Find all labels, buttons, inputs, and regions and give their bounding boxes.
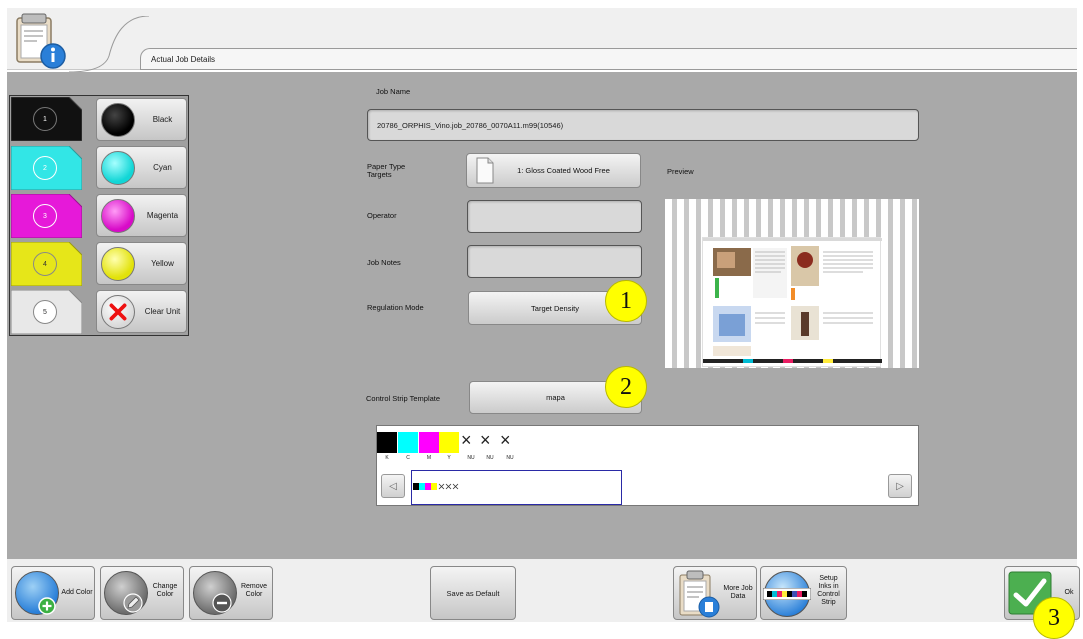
control-strip-value: mapa: [546, 393, 565, 402]
job-name-field[interactable]: 20786_ORPHIS_Vino.job_20786_0070A11.m99(…: [367, 109, 919, 141]
ok-label: Ok: [1064, 589, 1074, 596]
remove-color-label: Remove Color: [240, 583, 268, 598]
unit-tab-4[interactable]: [11, 242, 82, 286]
minus-icon: [212, 593, 232, 613]
color-name: Cyan: [153, 163, 172, 172]
strip-swatch-k: [377, 432, 397, 453]
strip-unused-x-icon: ×: [480, 430, 491, 450]
control-strip-label: Control Strip Template: [366, 394, 441, 403]
operator-label: Operator: [367, 211, 397, 220]
callout-badge-2: 2: [605, 366, 647, 408]
header-divider-curve: [69, 16, 149, 72]
control-strip-viewer: × × × K C M Y NU NU NU ◁ ▷: [376, 425, 919, 506]
control-strip-icon: [763, 571, 811, 617]
clear-unit-x-icon: [101, 295, 135, 329]
header-bar: Actual Job Details: [7, 8, 1077, 72]
control-strip-bar-graphic: [763, 588, 811, 600]
triangle-right-icon: ▷: [896, 480, 904, 492]
save-as-default-label: Save as Default: [446, 588, 500, 598]
save-as-default-button[interactable]: Save as Default: [430, 566, 516, 620]
unit-tab-5[interactable]: [11, 290, 82, 334]
paper-sheet-icon: [476, 157, 494, 184]
color-button-magenta[interactable]: Magenta: [96, 194, 187, 237]
preview-page-graphic: [703, 238, 882, 363]
unit-tab-1[interactable]: [11, 97, 82, 141]
color-name: Magenta: [146, 211, 179, 220]
job-notes-label: Job Notes: [367, 258, 401, 267]
callout-badge-3: 3: [1033, 597, 1075, 639]
strip-unused-x-icon: ×: [461, 430, 472, 450]
strip-label-m: M: [426, 455, 432, 461]
strip-scroll-right-button[interactable]: ▷: [888, 474, 912, 498]
color-name: Yellow: [151, 259, 174, 268]
job-notes-field[interactable]: [467, 245, 642, 278]
color-name: Black: [152, 115, 173, 124]
remove-color-button[interactable]: Remove Color: [189, 566, 273, 620]
more-job-data-label: More Job Data: [723, 585, 753, 600]
job-info-icon: [16, 13, 66, 69]
color-name: Clear Unit: [144, 307, 181, 316]
job-name-value: 20786_ORPHIS_Vino.job_20786_0070A11.m99(…: [377, 120, 564, 130]
cyan-color-icon: [101, 151, 135, 185]
job-data-icon: [679, 570, 720, 618]
pencil-icon: [123, 593, 143, 613]
strip-label-y: Y: [447, 455, 451, 461]
strip-label-c: C: [406, 455, 410, 461]
change-color-button[interactable]: Change Color: [100, 566, 184, 620]
strip-unused-x-icon: ×: [500, 430, 511, 450]
black-color-icon: [101, 103, 135, 137]
regulation-mode-label: Regulation Mode: [367, 303, 424, 312]
paper-type-label: Paper Type Targets: [367, 162, 406, 179]
setup-inks-in-control-strip-button[interactable]: Setup Inks in Control Strip: [760, 566, 847, 620]
strip-swatch-y: [439, 432, 459, 453]
setup-inks-label: Setup Inks in Control Strip: [817, 575, 840, 606]
strip-overview-viewport[interactable]: [411, 470, 622, 505]
strip-label-k: K: [385, 455, 389, 461]
strip-overview-graphic: [413, 483, 459, 490]
regulation-mode-value: Target Density: [531, 303, 579, 313]
unit-tab-2[interactable]: [11, 146, 82, 190]
color-button-yellow[interactable]: Yellow: [96, 242, 187, 285]
color-button-black[interactable]: Black: [96, 98, 187, 141]
strip-scroll-left-button[interactable]: ◁: [381, 474, 405, 498]
add-color-button[interactable]: Add Color: [11, 566, 95, 620]
strip-label-nu: NU: [506, 455, 514, 461]
preview-label: Preview: [667, 167, 694, 176]
color-button-clear-unit[interactable]: Clear Unit: [96, 290, 187, 333]
strip-swatch-c: [398, 432, 418, 453]
preview-page-thumbnail: [702, 237, 882, 367]
strip-swatch-m: [419, 432, 439, 453]
color-button-cyan[interactable]: Cyan: [96, 146, 187, 189]
triangle-left-icon: ◁: [389, 480, 397, 492]
change-color-label: Change Color: [152, 583, 178, 598]
plus-icon: [38, 597, 56, 615]
paper-type-button[interactable]: 1: Gloss Coated Wood Free: [466, 153, 641, 188]
more-job-data-button[interactable]: More Job Data: [673, 566, 757, 620]
unit-tab-3[interactable]: [11, 194, 82, 238]
yellow-color-icon: [101, 247, 135, 281]
strip-label-nu: NU: [486, 455, 494, 461]
paper-type-value: 1: Gloss Coated Wood Free: [517, 166, 610, 175]
magenta-color-icon: [101, 199, 135, 233]
strip-label-nu: NU: [467, 455, 475, 461]
add-color-label: Add Color: [61, 589, 93, 596]
job-name-label: Job Name: [376, 87, 411, 96]
operator-field[interactable]: [467, 200, 642, 233]
job-preview: [665, 199, 919, 368]
callout-badge-1: 1: [605, 280, 647, 322]
section-title: Actual Job Details: [140, 48, 1077, 70]
